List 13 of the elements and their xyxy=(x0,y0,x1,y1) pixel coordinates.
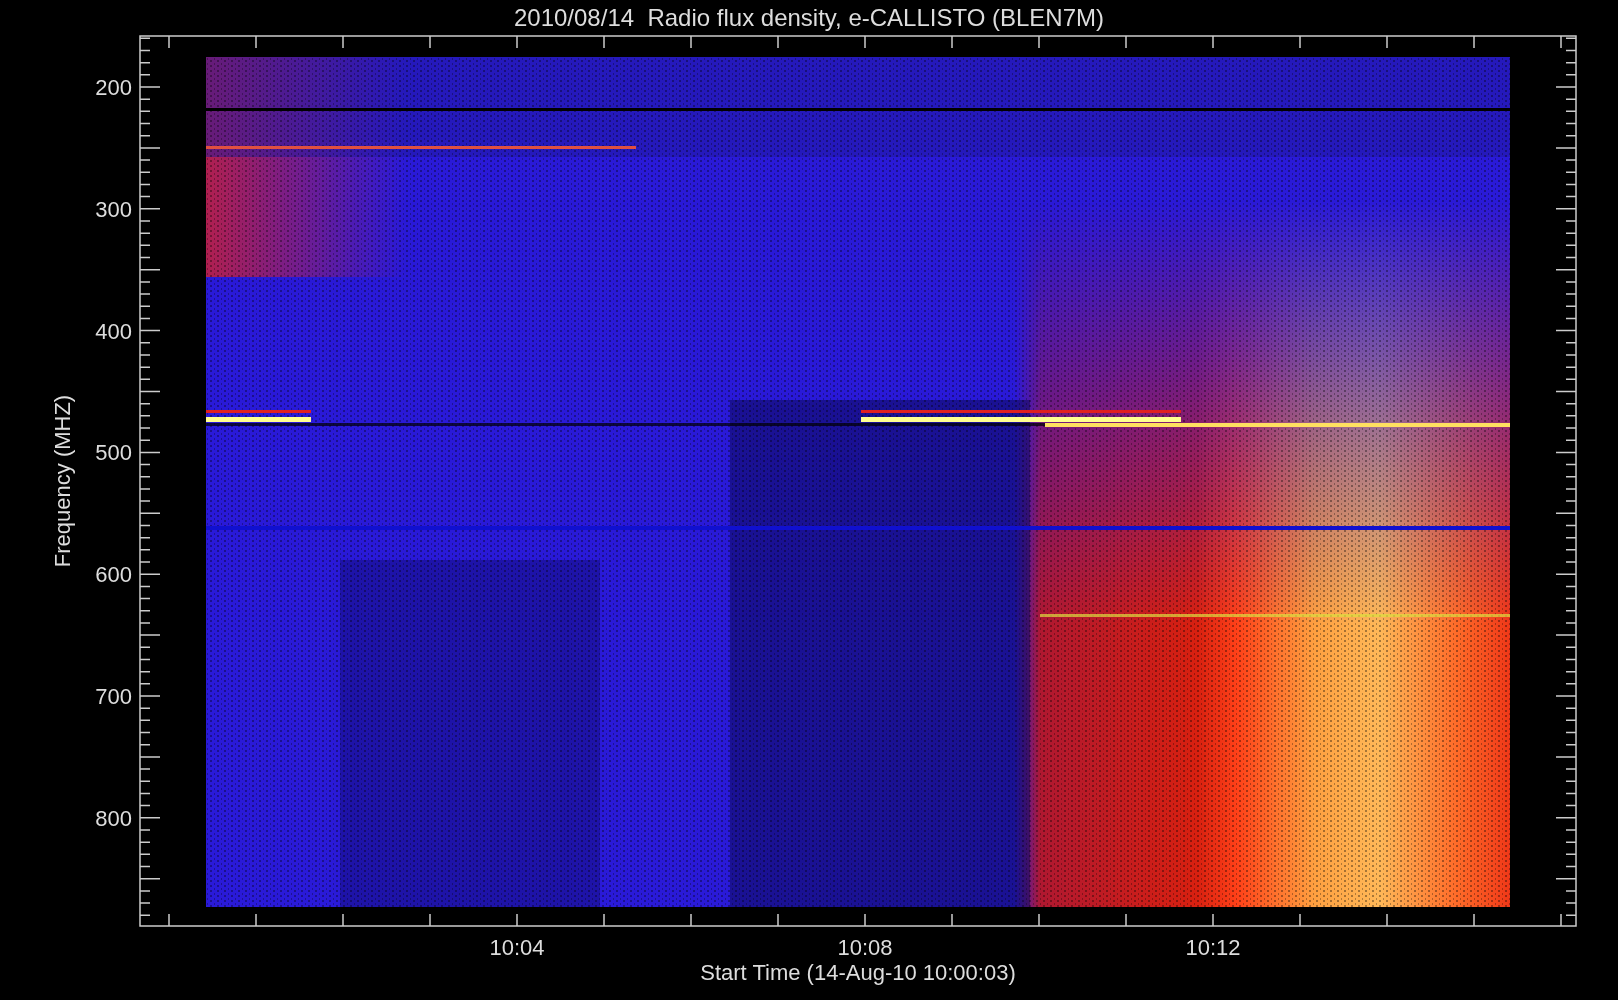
y-tick-label: 300 xyxy=(95,196,132,222)
y-tick-label: 500 xyxy=(95,440,132,466)
y-tick-label: 600 xyxy=(95,562,132,588)
chart-title: 2010/08/14 Radio flux density, e-CALLISTO (BLEN7M) xyxy=(513,4,1105,31)
y-tick-label: 200 xyxy=(95,75,132,100)
x-tick-label: 10:04 xyxy=(489,935,545,960)
x-tick-label: 10:12 xyxy=(1185,935,1241,960)
x-tick-label: 10:08 xyxy=(837,935,893,960)
y-tick-label: 800 xyxy=(95,805,132,831)
y-tick-label: 700 xyxy=(95,684,132,709)
y-tick-label: 400 xyxy=(95,318,132,344)
x-axis-title: Start Time (14-Aug-10 10:00:03) xyxy=(700,960,1016,985)
y-axis-title: Frequency (MHZ) xyxy=(50,394,75,568)
